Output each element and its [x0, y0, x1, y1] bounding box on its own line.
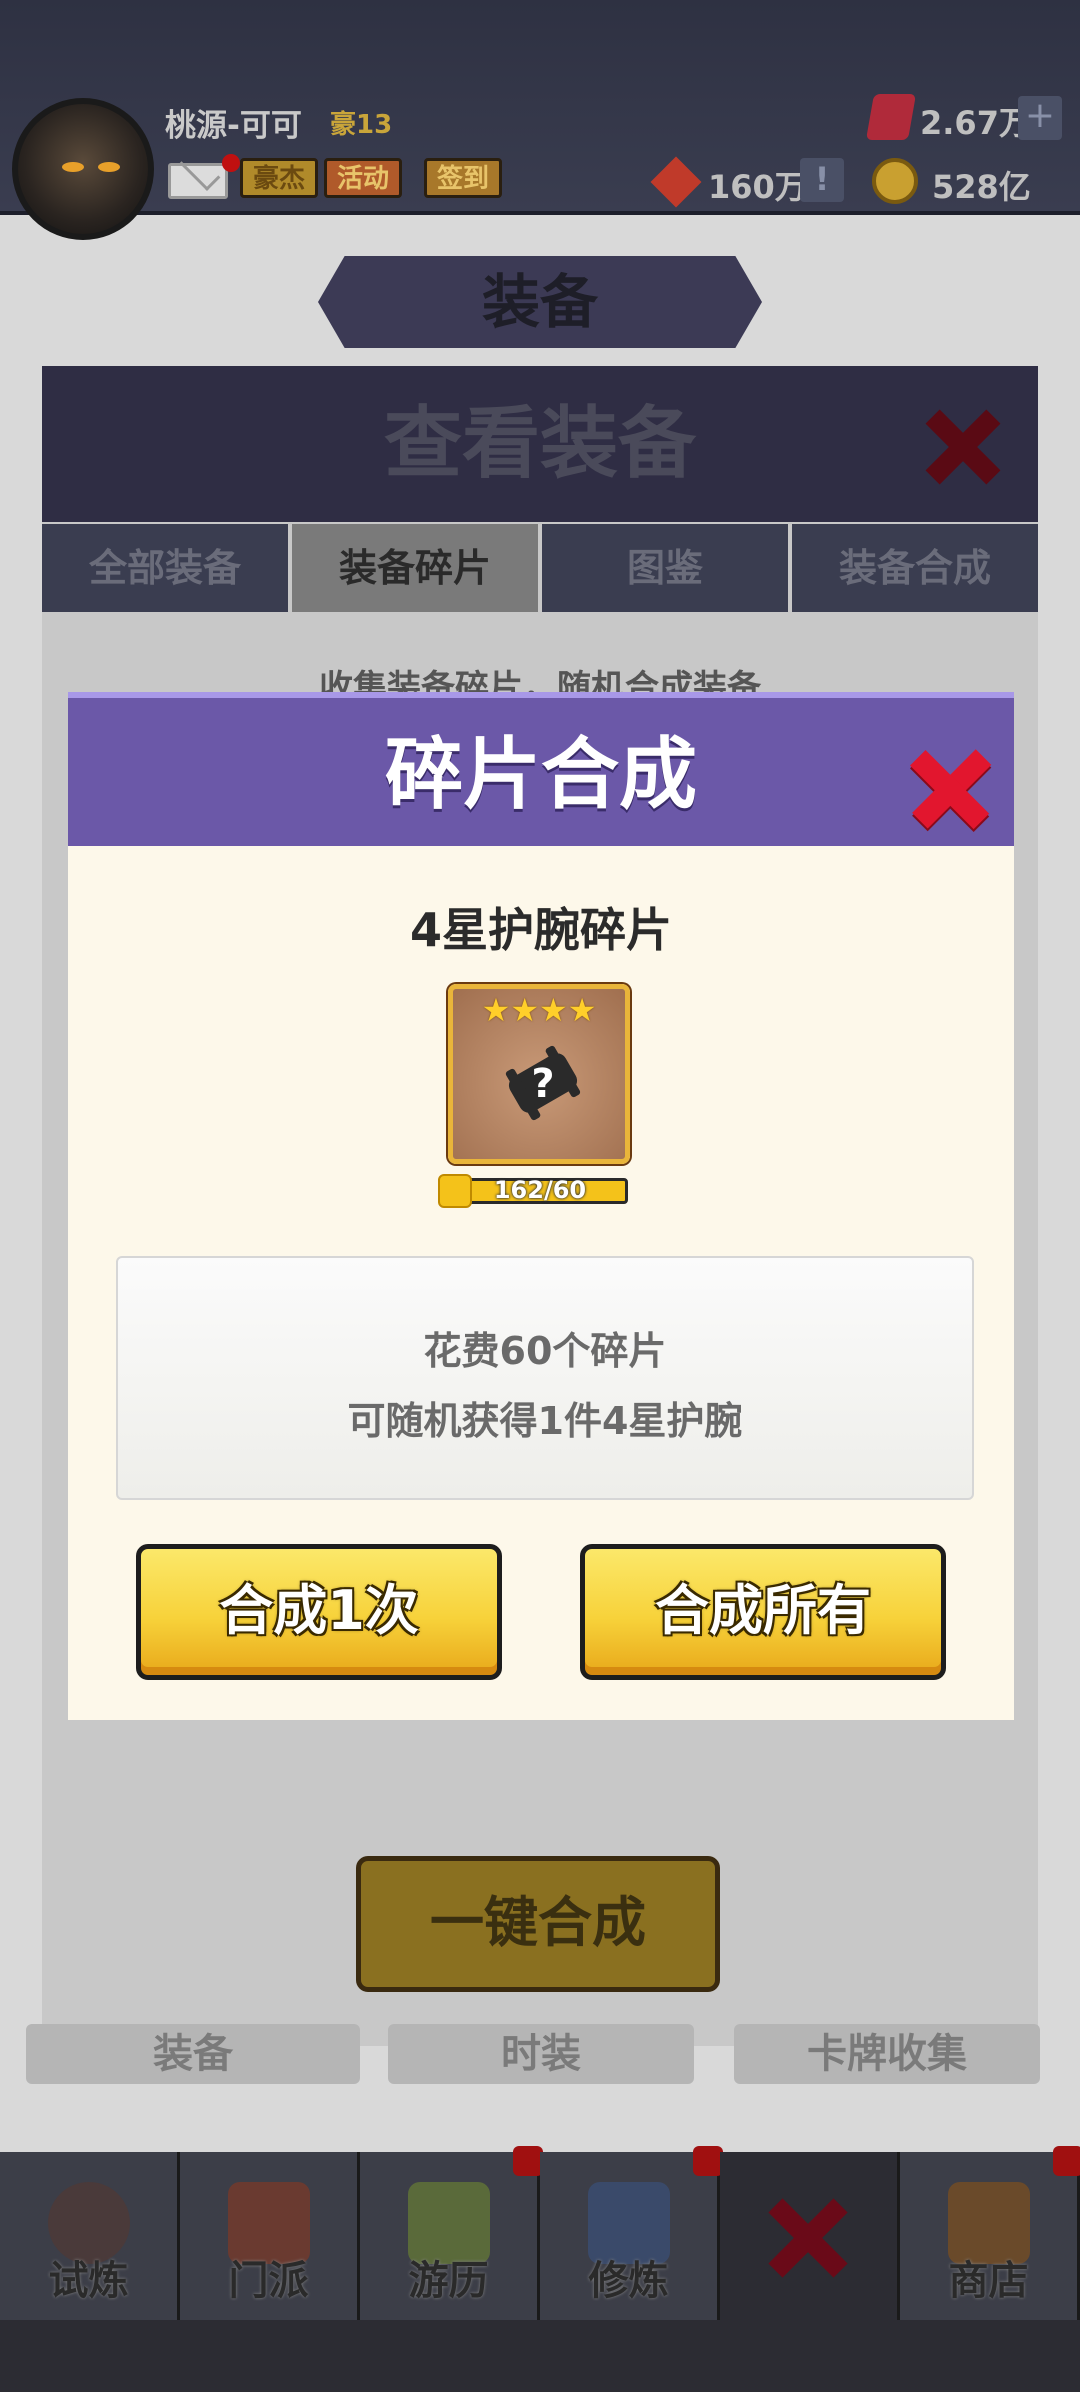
equip-panel-title: 查看装备 [383, 399, 696, 489]
add-gems-button[interactable]: + [1018, 96, 1062, 140]
tab-equipment-synthesis[interactable]: 装备合成 [792, 524, 1038, 612]
sub-tab-fashion[interactable]: 时装 [388, 2024, 694, 2084]
nav-label: 修炼 [588, 2258, 669, 2304]
avatar[interactable] [12, 98, 154, 240]
badge-hero-button[interactable]: 豪杰 [240, 158, 319, 198]
info-button[interactable]: ! [800, 158, 844, 202]
close-icon[interactable] [910, 746, 992, 836]
star-rating: ★★★★ [481, 991, 597, 1029]
nav-label: 商店 [948, 2258, 1029, 2304]
nav-label: 试炼 [48, 2258, 129, 2304]
equip-panel-header: 查看装备 [42, 366, 1038, 522]
equip-tabs: 全部装备 装备碎片 图鉴 装备合成 [42, 524, 1038, 612]
event-button[interactable]: 活动 [324, 158, 403, 198]
gold-count: 528亿 [932, 168, 1031, 206]
dialog-title: 碎片合成 [384, 730, 697, 820]
item-card: ★★★★ ? [448, 984, 630, 1164]
svg-text:?: ? [531, 1061, 554, 1107]
gold-coin-icon [872, 158, 918, 204]
bracer-icon: ? [505, 1045, 581, 1121]
notification-dot [513, 2146, 543, 2176]
fragment-progress: 162/60 [438, 1174, 628, 1208]
nav-close[interactable] [720, 2152, 900, 2320]
equip-banner: 装备 [318, 256, 762, 348]
nav-sect[interactable]: 门派 [180, 2152, 360, 2320]
notification-dot [693, 2146, 723, 2176]
checkin-button[interactable]: 签到 [424, 158, 503, 198]
rank-badge: 豪13 [330, 110, 393, 140]
player-name: 桃源-可可 [165, 108, 302, 144]
fragment-count: 162/60 [493, 1176, 587, 1204]
mail-icon[interactable] [168, 163, 228, 199]
item-name: 4星护腕碎片 [409, 903, 672, 957]
fragment-synthesis-dialog: 碎片合成 4星护腕碎片 ★★★★ ? 162/60 花费60个碎片 可随机获得1… [68, 692, 1014, 1720]
avatar-eye [98, 162, 120, 172]
nav-label: 游历 [408, 2258, 489, 2304]
tab-codex[interactable]: 图鉴 [542, 524, 788, 612]
synthesize-all-button[interactable]: 合成所有 [580, 1544, 946, 1680]
nav-travel[interactable]: 游历 [360, 2146, 543, 2320]
gem-count: 2.67万 [920, 104, 1031, 142]
close-icon[interactable] [918, 402, 1008, 492]
dialog-header: 碎片合成 [68, 692, 1014, 846]
avatar-eye [62, 162, 84, 172]
nav-label: 门派 [228, 2258, 309, 2304]
one-click-synthesis-button[interactable]: 一键合成 [356, 1856, 720, 1992]
sub-tab-cards[interactable]: 卡牌收集 [734, 2024, 1040, 2084]
bottom-nav: 试炼 门派 游历 修炼 商店 [0, 2146, 1080, 2392]
notification-dot [222, 154, 240, 172]
reward-text: 可随机获得1件4星护腕 [347, 1399, 743, 1443]
top-bar: 桃源-可可 豪13 豪杰 活动 签到 2.67万 + 160万 ! 528亿 [0, 0, 1080, 240]
cost-text: 花费60个碎片 [423, 1329, 667, 1373]
tab-all-equipment[interactable]: 全部装备 [42, 524, 288, 612]
sub-tab-equipment[interactable]: 装备 [26, 2024, 360, 2084]
ticket-count: 160万 [708, 168, 807, 206]
nav-shop[interactable]: 商店 [900, 2146, 1080, 2320]
description-box: 花费60个碎片 可随机获得1件4星护腕 [116, 1256, 974, 1500]
equip-banner-label: 装备 [481, 268, 598, 336]
close-icon [768, 2198, 848, 2278]
gem-icon [865, 94, 917, 140]
synthesize-once-button[interactable]: 合成1次 [136, 1544, 502, 1680]
nav-trial[interactable]: 试炼 [0, 2152, 180, 2320]
nav-cultivate[interactable]: 修炼 [540, 2146, 723, 2320]
notification-dot [1053, 2146, 1080, 2176]
ticket-icon [650, 156, 702, 208]
tab-equipment-fragments[interactable]: 装备碎片 [292, 524, 538, 612]
